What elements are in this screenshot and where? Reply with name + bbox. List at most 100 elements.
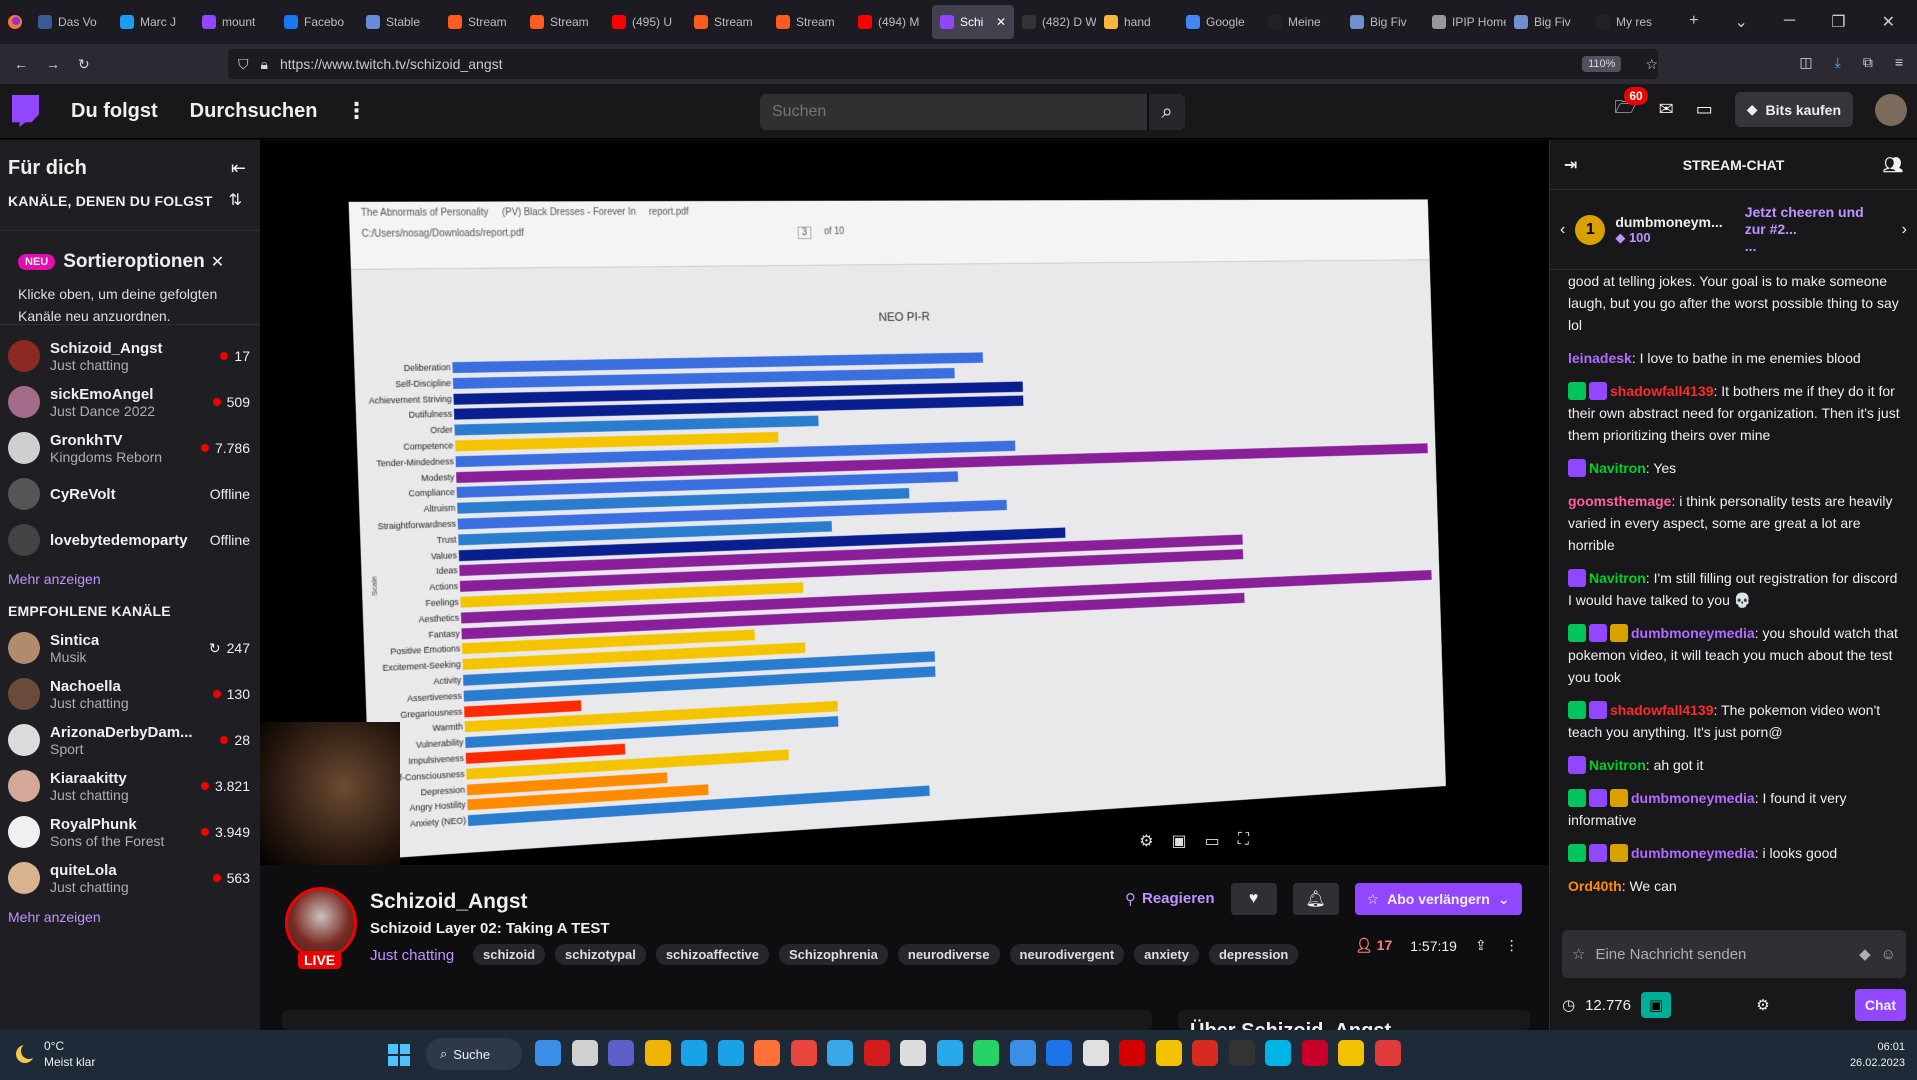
browser-tab[interactable]: (495) U: [604, 5, 686, 39]
follow-heart-button[interactable]: ♥: [1230, 883, 1277, 915]
followed-channel[interactable]: CyReVolt Offline: [0, 471, 260, 517]
nav-browse[interactable]: Durchsuchen: [190, 100, 318, 123]
weather-widget[interactable]: 0°C Meist klar: [14, 1038, 95, 1070]
inbox-icon[interactable]: ✉︎: [1659, 99, 1674, 120]
download-icon[interactable]: ⤓: [1835, 54, 1841, 71]
more-options-icon[interactable]: ⋮: [1505, 937, 1519, 954]
send-chat-button[interactable]: Chat: [1854, 989, 1906, 1021]
close-tab-icon[interactable]: ✕: [996, 15, 1006, 29]
user-avatar[interactable]: [1875, 93, 1907, 126]
bits-icon[interactable]: ◆: [1859, 945, 1871, 963]
cheer-cta[interactable]: Jetzt cheeren und zur #2...: [1745, 204, 1864, 237]
chat-username[interactable]: dumbmoneymedia: [1631, 625, 1755, 641]
extensions-icon[interactable]: ⧉: [1863, 54, 1873, 71]
chat-username[interactable]: leinadesk: [1568, 350, 1632, 366]
whispers-icon[interactable]: ▭: [1696, 99, 1713, 120]
close-icon[interactable]: ✕: [211, 252, 224, 272]
stream-tag[interactable]: schizoaffective: [655, 944, 770, 965]
chat-star-icon[interactable]: ☆: [1572, 945, 1585, 963]
notifications-icon[interactable]: 🗁︎ 60: [1614, 86, 1648, 125]
chat-username[interactable]: dumbmoneymedia: [1631, 845, 1755, 861]
forward-icon[interactable]: →: [46, 56, 60, 72]
react-button[interactable]: ⚲ Reagieren: [1125, 890, 1215, 908]
recommended-channel[interactable]: RoyalPhunk Sons of the Forest 3.949: [0, 809, 260, 855]
chat-input-box[interactable]: ☆ Eine Nachricht senden ◆ ☺: [1562, 930, 1906, 978]
chat-username[interactable]: shadowfall4139: [1610, 702, 1714, 718]
subscribe-button[interactable]: ☆ Abo verlängern ⌄: [1354, 883, 1522, 915]
search-icon[interactable]: ⌕: [1147, 94, 1185, 130]
channel-name[interactable]: Schizoid_Angst: [370, 890, 528, 914]
taskbar-app-icon[interactable]: [681, 1040, 707, 1066]
url-text[interactable]: https://www.twitch.tv/schizoid_angst: [280, 56, 503, 72]
nav-following[interactable]: Du folgst: [71, 100, 158, 123]
buy-bits-button[interactable]: ◆ Bits kaufen: [1734, 92, 1853, 127]
taskbar-app-icon[interactable]: [754, 1040, 780, 1066]
recommended-channel[interactable]: Nachoella Just chatting 130: [0, 671, 260, 717]
start-button[interactable]: [388, 1044, 410, 1066]
taskbar-app-icon[interactable]: [863, 1040, 890, 1066]
lock-icon[interactable]: 🔒︎: [261, 56, 268, 73]
stream-tag[interactable]: depression: [1208, 944, 1299, 965]
chat-username[interactable]: dumbmoneymedia: [1631, 790, 1755, 806]
chat-username[interactable]: goomsthemage: [1568, 493, 1671, 509]
browser-tab[interactable]: Das Vo: [30, 5, 112, 39]
recommended-channel[interactable]: quiteLola Just chatting 563: [0, 855, 260, 901]
share-icon[interactable]: ⇪: [1475, 937, 1487, 954]
system-clock[interactable]: 06:01 26.02.2023: [1850, 1039, 1905, 1071]
taskbar-app-icon[interactable]: [717, 1040, 744, 1066]
settings-icon[interactable]: ⚙: [1139, 831, 1153, 851]
taskbar-app-icon[interactable]: [644, 1040, 671, 1066]
taskbar-app-icon[interactable]: [1301, 1040, 1328, 1066]
chat-username[interactable]: shadowfall4139: [1610, 383, 1714, 399]
reload-icon[interactable]: ↻: [78, 56, 90, 73]
taskbar-app-icon[interactable]: [827, 1040, 853, 1066]
stream-tag[interactable]: Schizophrenia: [779, 944, 888, 965]
channel-avatar[interactable]: [285, 887, 357, 959]
chat-username[interactable]: Navitron: [1589, 460, 1646, 476]
browser-tab[interactable]: Google: [1178, 5, 1260, 39]
taskbar-app-icon[interactable]: [1155, 1040, 1182, 1066]
url-field[interactable]: ⛉ 🔒︎ https://www.twitch.tv/schizoid_angs…: [228, 49, 1658, 79]
browser-tab[interactable]: IPIP Home: [1424, 5, 1506, 39]
video-player[interactable]: The Abnormals of Personality (PV) Black …: [260, 140, 1549, 865]
show-more-followed-link[interactable]: Mehr anzeigen: [0, 563, 260, 595]
taskbar-app-icon[interactable]: [1119, 1040, 1145, 1066]
browser-tab[interactable]: Schi ✕: [932, 5, 1014, 39]
taskbar-app-icon[interactable]: [790, 1040, 817, 1066]
browser-tab[interactable]: Stream: [686, 5, 768, 39]
shield-icon[interactable]: ⛉: [238, 56, 249, 73]
channel-points-icon[interactable]: ◷: [1562, 996, 1575, 1014]
more-options-icon[interactable]: ⋮: [345, 98, 367, 124]
taskbar-app-icon[interactable]: [608, 1040, 634, 1066]
browser-tab[interactable]: Stable: [358, 5, 440, 39]
taskbar-app-icon[interactable]: [1265, 1040, 1291, 1066]
taskbar-app-icon[interactable]: [1228, 1040, 1255, 1066]
followed-channel[interactable]: GronkhTV Kingdoms Reborn 7.786: [0, 425, 260, 471]
stream-tag[interactable]: anxiety: [1134, 944, 1199, 965]
community-icon[interactable]: 👥︎: [1883, 155, 1903, 175]
taskbar-app-icon[interactable]: [900, 1040, 926, 1066]
emote-icon[interactable]: ☺: [1881, 946, 1896, 963]
clip-icon[interactable]: ▣: [1172, 831, 1187, 851]
taskbar-app-icon[interactable]: [1374, 1040, 1401, 1066]
chat-username[interactable]: Ord40th: [1568, 878, 1622, 894]
close-window-button[interactable]: ✕: [1882, 12, 1895, 32]
recommended-channel[interactable]: ArizonaDerbyDam... Sport 28: [0, 717, 260, 763]
stream-tag[interactable]: neurodivergent: [1009, 944, 1125, 965]
taskbar-app-icon[interactable]: [973, 1040, 999, 1066]
chat-username[interactable]: Navitron: [1589, 757, 1646, 773]
browser-tab[interactable]: Stream: [768, 5, 850, 39]
sort-icon[interactable]: ⇅: [229, 180, 242, 210]
twitch-logo-icon[interactable]: [12, 95, 39, 127]
chevron-left-icon[interactable]: ‹: [1560, 221, 1565, 239]
followed-channel[interactable]: lovebytedemoparty Offline: [0, 517, 260, 563]
taskbar-app-icon[interactable]: [1009, 1040, 1036, 1066]
tab-list-menu-icon[interactable]: ⌄: [1735, 12, 1748, 32]
taskbar-app-icon[interactable]: [571, 1040, 598, 1066]
browser-tab[interactable]: Stream: [522, 5, 604, 39]
chat-input-placeholder[interactable]: Eine Nachricht senden: [1595, 946, 1849, 963]
chat-username[interactable]: Navitron: [1589, 570, 1646, 586]
followed-channel[interactable]: sickEmoAngel Just Dance 2022 509: [0, 379, 260, 425]
fullscreen-icon[interactable]: ⛶: [1238, 831, 1249, 851]
browser-tab[interactable]: (494) M: [850, 5, 932, 39]
